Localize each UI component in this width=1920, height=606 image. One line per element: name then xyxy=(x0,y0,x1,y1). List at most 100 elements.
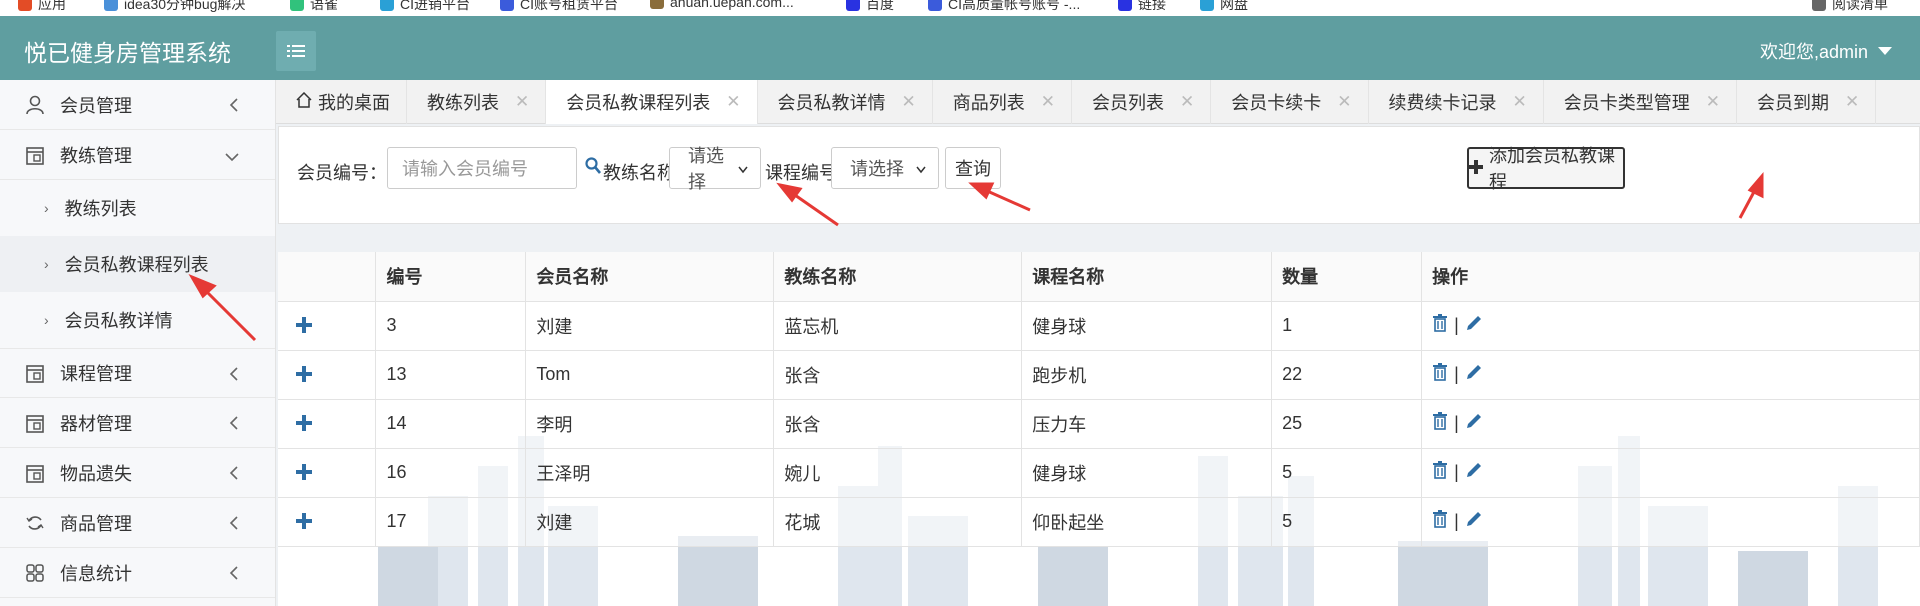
bookmark-item[interactable]: 链接 xyxy=(1118,0,1166,14)
table-cell: 16 xyxy=(375,448,527,498)
tab-private-course-list[interactable]: 会员私教课程列表 ✕ xyxy=(546,80,758,124)
header-cell: 教练名称 xyxy=(773,252,1023,302)
bookmark-item[interactable]: 百度 xyxy=(846,0,894,14)
add-private-course-button[interactable]: 添加会员私教课程 xyxy=(1467,146,1625,192)
query-button[interactable]: 查询 xyxy=(945,147,1001,189)
bookmark-icon xyxy=(928,0,942,11)
close-icon[interactable]: ✕ xyxy=(726,92,740,112)
expand-plus-icon[interactable] xyxy=(288,410,312,437)
trash-icon[interactable] xyxy=(1432,363,1448,386)
expand-cell[interactable] xyxy=(278,448,377,498)
search-icon xyxy=(585,157,601,180)
bookmark-item[interactable]: CI高质量帐号账号 -... xyxy=(928,0,1080,14)
bookmark-item[interactable]: CI账号租赁平台 xyxy=(500,0,618,14)
sidebar-item-label: 商品管理 xyxy=(60,513,132,534)
expand-plus-icon[interactable] xyxy=(288,361,312,388)
table-row: 16 王泽明 婉儿 健身球 5 | xyxy=(278,448,1920,498)
close-icon[interactable]: ✕ xyxy=(1337,92,1351,112)
bookmark-icon xyxy=(290,0,304,11)
table-cell: 22 xyxy=(1271,350,1423,400)
chevron-down-icon xyxy=(225,146,239,167)
course-select[interactable]: 请选择 xyxy=(831,147,939,189)
menu-toggle-button[interactable] xyxy=(276,31,316,71)
tab-goods-list[interactable]: 商品列表 ✕ xyxy=(933,80,1072,124)
expand-plus-icon[interactable] xyxy=(288,508,312,535)
tab-label: 会员卡续卡 xyxy=(1231,93,1322,113)
sidebar-subitem-private-details[interactable]: › 会员私教详情 xyxy=(0,292,275,348)
tab-coach-list[interactable]: 教练列表 ✕ xyxy=(407,80,547,124)
expand-plus-icon[interactable] xyxy=(288,312,312,339)
tab-member-expiry[interactable]: 会员到期 ✕ xyxy=(1737,80,1877,124)
tab-member-list[interactable]: 会员列表 ✕ xyxy=(1072,80,1212,124)
bookmark-apps[interactable]: 应用 xyxy=(18,0,66,14)
user-menu[interactable]: 欢迎您,admin xyxy=(1760,38,1892,64)
tab-card-renew[interactable]: 会员卡续卡 ✕ xyxy=(1211,80,1369,124)
trash-icon[interactable] xyxy=(1432,461,1448,484)
table-cell: 14 xyxy=(375,399,527,449)
close-icon[interactable]: ✕ xyxy=(1180,92,1194,112)
sidebar-item-members[interactable]: 会员管理 xyxy=(0,80,275,130)
chevron-left-icon xyxy=(229,564,239,585)
tab-card-types[interactable]: 会员卡类型管理 ✕ xyxy=(1544,80,1737,124)
bookmark-item[interactable]: idea30分钟bug解决 xyxy=(104,0,245,14)
expand-cell[interactable] xyxy=(278,350,377,400)
trash-icon[interactable] xyxy=(1432,412,1448,435)
action-separator: | xyxy=(1454,462,1459,482)
close-icon[interactable]: ✕ xyxy=(1041,92,1055,112)
tab-private-details[interactable]: 会员私教详情 ✕ xyxy=(758,80,933,124)
calendar-icon xyxy=(24,144,46,166)
sidebar-item-lost-items[interactable]: 物品遗失 xyxy=(0,448,275,498)
bookmark-icon xyxy=(104,0,118,11)
tab-desktop[interactable]: 我的桌面 xyxy=(276,80,407,124)
sidebar-item-goods[interactable]: 商品管理 xyxy=(0,498,275,548)
chevron-left-icon xyxy=(229,514,239,535)
sidebar-subitem-coach-list[interactable]: › 教练列表 xyxy=(0,180,275,236)
edit-pencil-icon[interactable] xyxy=(1465,412,1483,435)
close-icon[interactable]: ✕ xyxy=(1513,92,1527,112)
expand-cell[interactable] xyxy=(278,497,377,547)
bookmark-item[interactable]: 网盘 xyxy=(1200,0,1248,14)
close-icon[interactable]: ✕ xyxy=(1845,92,1859,112)
tab-renew-records[interactable]: 续费续卡记录 ✕ xyxy=(1369,80,1544,124)
bookmark-item[interactable]: anuan.uepan.com... xyxy=(650,0,794,10)
bookmark-item[interactable]: CI进销平台 xyxy=(380,0,470,14)
expand-cell[interactable] xyxy=(278,399,377,449)
sidebar: 会员管理 教练管理 › 教练列表 › 会员私教课程列表 › 会员私教详情 课程管… xyxy=(0,80,276,606)
table-cell: 张含 xyxy=(773,350,1023,400)
sidebar-item-courses[interactable]: 课程管理 xyxy=(0,348,275,398)
edit-pencil-icon[interactable] xyxy=(1465,314,1483,337)
table-cell: 王泽明 xyxy=(525,448,775,498)
trash-icon[interactable] xyxy=(1432,510,1448,533)
table-cell: Tom xyxy=(525,350,775,400)
expand-plus-icon[interactable] xyxy=(288,459,312,486)
sidebar-item-statistics[interactable]: 信息统计 xyxy=(0,548,275,598)
close-icon[interactable]: ✕ xyxy=(515,92,529,112)
tab-bar: 我的桌面 教练列表 ✕ 会员私教课程列表 ✕ 会员私教详情 ✕ 商品列表 ✕ 会员列表 ✕… xyxy=(276,80,1920,124)
actions-cell: | xyxy=(1421,497,1920,547)
sidebar-subitem-private-course-list[interactable]: › 会员私教课程列表 xyxy=(0,236,275,292)
table-row: 14 李明 张含 压力车 25 | xyxy=(278,399,1920,449)
edit-pencil-icon[interactable] xyxy=(1465,510,1483,533)
table-cell: 5 xyxy=(1271,448,1423,498)
sidebar-item-coaches[interactable]: 教练管理 xyxy=(0,130,275,180)
sidebar-item-label: 课程管理 xyxy=(60,364,132,384)
app-title: 悦已健身房管理系统 xyxy=(24,40,231,66)
trash-icon[interactable] xyxy=(1432,314,1448,337)
table-cell: 仰卧起坐 xyxy=(1021,497,1273,547)
table-cell: 13 xyxy=(375,350,527,400)
tab-label: 会员私教详情 xyxy=(777,93,886,113)
sidebar-item-equipment[interactable]: 器材管理 xyxy=(0,398,275,448)
edit-pencil-icon[interactable] xyxy=(1465,363,1483,386)
bookmark-item[interactable]: 语雀 xyxy=(290,0,338,14)
coach-select[interactable]: 请选择 xyxy=(669,146,761,192)
close-icon[interactable]: ✕ xyxy=(902,92,916,112)
expand-cell[interactable] xyxy=(278,301,377,351)
member-no-input[interactable]: 请输入会员编号 xyxy=(387,147,577,189)
data-table-panel: 编号 会员名称 教练名称 课程名称 数量 操作 3 刘建 蓝忘机 健身球 1 | 13 Tom… xyxy=(278,252,1920,606)
reading-list[interactable]: 阅读清单 xyxy=(1812,0,1888,14)
table-cell: 蓝忘机 xyxy=(773,301,1023,351)
home-icon xyxy=(296,91,312,113)
close-icon[interactable]: ✕ xyxy=(1706,92,1720,112)
tab-label: 我的桌面 xyxy=(318,93,390,113)
edit-pencil-icon[interactable] xyxy=(1465,461,1483,484)
